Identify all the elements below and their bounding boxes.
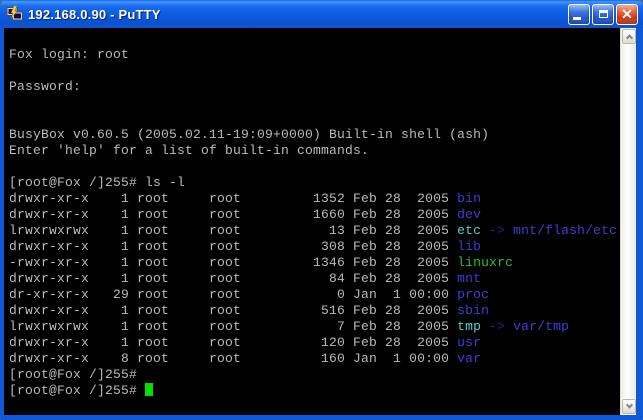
- terminal-line: [9, 63, 620, 79]
- terminal-line: Fox login: root: [9, 47, 620, 63]
- maximize-icon: [599, 10, 608, 18]
- terminal-line: lrwxrwxrwx 1 root root 13 Feb 28 2005 et…: [9, 223, 620, 239]
- terminal-line: drwxr-xr-x 8 root root 160 Jan 1 00:00 v…: [9, 351, 620, 367]
- terminal-line: drwxr-xr-x 1 root root 1352 Feb 28 2005 …: [9, 191, 620, 207]
- terminal-line: Password:: [9, 79, 620, 95]
- terminal-line: drwxr-xr-x 1 root root 308 Feb 28 2005 l…: [9, 239, 620, 255]
- terminal-line: [root@Fox /]255# ls -l: [9, 175, 620, 191]
- terminal-line: drwxr-xr-x 1 root root 120 Feb 28 2005 u…: [9, 335, 620, 351]
- terminal-line: lrwxrwxrwx 1 root root 7 Feb 28 2005 tmp…: [9, 319, 620, 335]
- terminal-line: drwxr-xr-x 1 root root 516 Feb 28 2005 s…: [9, 303, 620, 319]
- scroll-up-button[interactable]: [622, 29, 636, 44]
- close-icon: ✕: [621, 7, 633, 21]
- terminal-line: Enter 'help' for a list of built-in comm…: [9, 143, 620, 159]
- terminal-client-area: Fox login: root Password: BusyBox v0.60.…: [4, 28, 636, 415]
- scrollbar-thumb[interactable]: [622, 45, 636, 398]
- terminal-line: drwxr-xr-x 1 root root 84 Feb 28 2005 mn…: [9, 271, 620, 287]
- terminal-line: [9, 399, 620, 415]
- putty-window: 192.168.0.90 - PuTTY ✕ Fox login: root P…: [0, 0, 643, 420]
- terminal-line: BusyBox v0.60.5 (2005.02.11-19:09+0000) …: [9, 127, 620, 143]
- scroll-down-icon: [625, 402, 632, 409]
- terminal-line: [root@Fox /]255#: [9, 383, 620, 399]
- maximize-button[interactable]: [592, 4, 614, 25]
- terminal-line: [root@Fox /]255#: [9, 367, 620, 383]
- terminal-line: [9, 31, 620, 47]
- window-controls: ✕: [568, 4, 638, 25]
- terminal-line: [9, 111, 620, 127]
- terminal-line: -rwxr-xr-x 1 root root 1346 Feb 28 2005 …: [9, 255, 620, 271]
- terminal-line: drwxr-xr-x 1 root root 1660 Feb 28 2005 …: [9, 207, 620, 223]
- terminal-line: [9, 159, 620, 175]
- terminal-line: dr-xr-xr-x 29 root root 0 Jan 1 00:00 pr…: [9, 287, 620, 303]
- close-button[interactable]: ✕: [616, 4, 638, 25]
- scroll-up-icon: [625, 34, 632, 41]
- putty-icon: [6, 6, 24, 22]
- scrollbar[interactable]: [620, 28, 636, 415]
- scroll-down-button[interactable]: [622, 399, 636, 414]
- terminal-output[interactable]: Fox login: root Password: BusyBox v0.60.…: [4, 28, 620, 415]
- terminal-line: [9, 95, 620, 111]
- terminal-cursor: [145, 383, 153, 396]
- titlebar[interactable]: 192.168.0.90 - PuTTY ✕: [0, 0, 643, 28]
- minimize-button[interactable]: [568, 4, 590, 25]
- window-title: 192.168.0.90 - PuTTY: [28, 7, 568, 22]
- minimize-icon: [573, 17, 581, 20]
